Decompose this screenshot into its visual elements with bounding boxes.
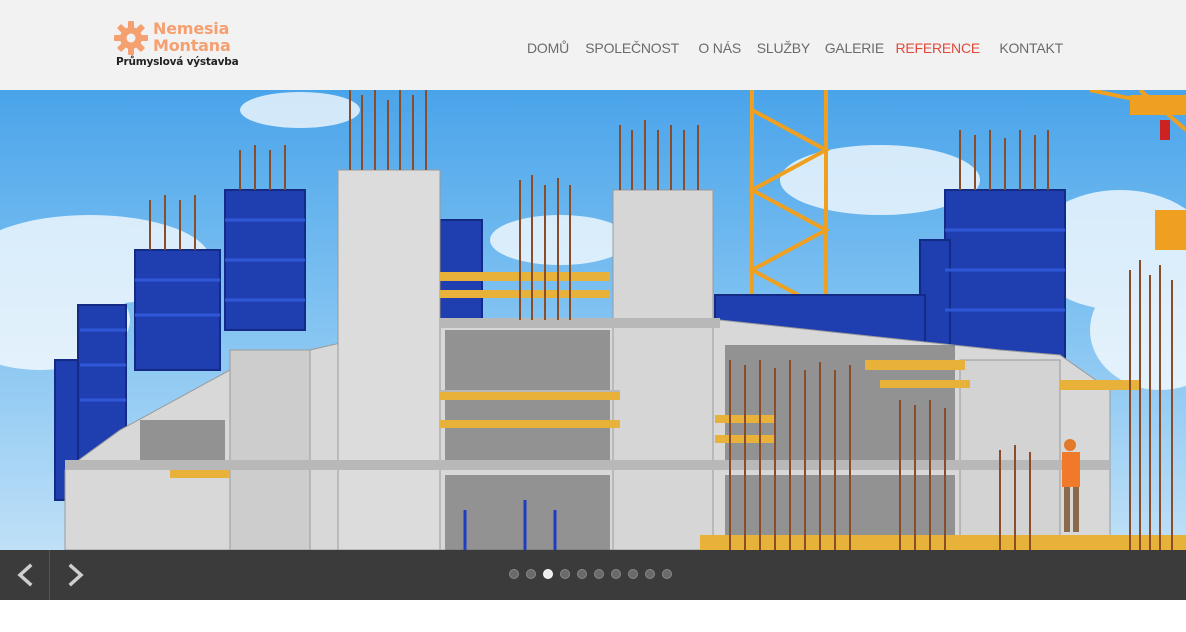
nav-item-domu[interactable]: DOMŮ xyxy=(527,40,569,56)
logo-name-line1: Nemesia xyxy=(153,19,230,38)
slider-dot[interactable] xyxy=(662,569,672,579)
hero-slide-image xyxy=(0,90,1186,550)
nav-item-kontakt[interactable]: KONTAKT xyxy=(999,40,1063,56)
slider-dot[interactable] xyxy=(594,569,604,579)
site-header: Nemesia Montana Průmyslová výstavba DOMŮ… xyxy=(0,0,1186,90)
logo-name-line2: Montana xyxy=(153,36,231,55)
slider-dot[interactable] xyxy=(577,569,587,579)
slider-dot[interactable] xyxy=(645,569,655,579)
slider-next-button[interactable] xyxy=(51,550,101,600)
logo-name: Nemesia Montana xyxy=(153,20,231,54)
slider-dot[interactable] xyxy=(509,569,519,579)
gear-icon xyxy=(114,21,148,55)
slider-prev-button[interactable] xyxy=(0,550,50,600)
slider-dot[interactable] xyxy=(628,569,638,579)
site-logo[interactable]: Nemesia Montana Průmyslová výstavba xyxy=(113,20,243,72)
slider-controls xyxy=(0,550,1186,600)
nav-item-sluzby[interactable]: SLUŽBY xyxy=(757,40,810,56)
nav-item-reference[interactable]: REFERENCE xyxy=(895,40,980,56)
chevron-right-icon xyxy=(68,563,84,587)
slider-dot[interactable] xyxy=(560,569,570,579)
nav-item-spolecnost[interactable]: SPOLEČNOST xyxy=(585,40,679,56)
nav-item-o-nas[interactable]: O NÁS xyxy=(698,40,741,56)
slider-dot[interactable] xyxy=(543,569,553,579)
construction-site-illustration xyxy=(0,90,1186,550)
slider-dot[interactable] xyxy=(611,569,621,579)
nav-item-galerie[interactable]: GALERIE xyxy=(825,40,884,56)
logo-tagline: Průmyslová výstavba xyxy=(116,56,239,68)
chevron-left-icon xyxy=(16,563,32,587)
slider-dot[interactable] xyxy=(526,569,536,579)
